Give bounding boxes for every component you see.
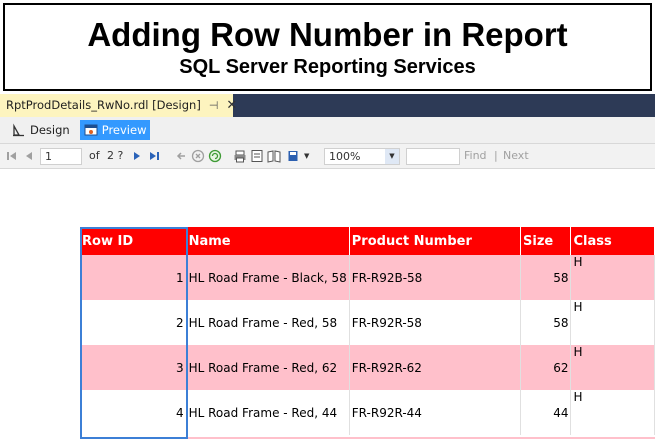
pin-icon[interactable]: ⊣ xyxy=(209,99,219,112)
header-class: Class xyxy=(570,227,655,255)
close-icon[interactable]: ✕ xyxy=(226,98,237,113)
refresh-icon[interactable] xyxy=(208,149,222,163)
header-product-number: Product Number xyxy=(349,227,522,255)
report-viewer-toolbar: 1 of 2 ? ▼ 100% ▼ Find | Next xyxy=(0,143,655,169)
table-row: 3 HL Road Frame - Red, 62 FR-R92R-62 62 … xyxy=(80,345,655,390)
document-tab-strip: RptProdDetails_RwNo.rdl [Design] ⊣ ✕ xyxy=(0,94,655,117)
document-tab[interactable]: RptProdDetails_RwNo.rdl [Design] ⊣ ✕ xyxy=(0,94,237,117)
of-label: of xyxy=(89,149,100,162)
name-cell: HL Road Frame - Red, 44 xyxy=(186,390,350,435)
page-number-input[interactable]: 1 xyxy=(40,148,82,165)
product-number-cell: FR-R92B-58 xyxy=(349,255,522,300)
size-cell: 58 xyxy=(520,300,572,345)
header-row-id: Row ID xyxy=(80,227,187,255)
header-row: Row ID Name Product Number Size Class xyxy=(80,227,655,255)
print-layout-icon[interactable] xyxy=(250,149,264,163)
first-page-icon[interactable] xyxy=(5,149,19,163)
product-number-cell: FR-R92R-58 xyxy=(349,300,522,345)
header-size: Size xyxy=(520,227,572,255)
find-input[interactable] xyxy=(406,148,460,165)
row-id-cell: 1 xyxy=(80,255,187,300)
class-cell: H xyxy=(570,255,655,300)
previous-page-icon[interactable] xyxy=(22,149,36,163)
name-cell: HL Road Frame - Red, 58 xyxy=(186,300,350,345)
size-cell: 62 xyxy=(520,345,572,390)
zoom-value: 100% xyxy=(329,150,361,163)
row-id-cell: 2 xyxy=(80,300,187,345)
row-id-cell: 4 xyxy=(80,390,187,435)
name-cell: HL Road Frame - Black, 58 xyxy=(186,255,350,300)
export-dropdown-arrow[interactable]: ▼ xyxy=(304,152,309,160)
report-canvas: Row ID Name Product Number Size Class 1 … xyxy=(0,170,655,439)
product-number-cell: FR-R92R-62 xyxy=(349,345,522,390)
last-page-icon[interactable] xyxy=(147,149,161,163)
total-pages: 2 ? xyxy=(107,149,124,162)
size-cell: 44 xyxy=(520,390,572,435)
size-cell: 58 xyxy=(520,255,572,300)
design-icon xyxy=(13,123,24,137)
design-tab-label: Design xyxy=(30,123,70,137)
preview-icon xyxy=(84,124,98,136)
preview-tab-label: Preview xyxy=(101,123,147,137)
product-number-cell: FR-R92R-44 xyxy=(349,390,522,435)
page-setup-icon[interactable] xyxy=(267,149,281,163)
header-name: Name xyxy=(186,227,350,255)
class-cell: H xyxy=(570,300,655,345)
print-icon[interactable] xyxy=(233,149,247,163)
preview-tab[interactable]: Preview xyxy=(79,120,151,140)
chevron-down-icon[interactable]: ▼ xyxy=(385,149,399,164)
class-cell: H xyxy=(570,390,655,435)
banner-subtitle: SQL Server Reporting Services xyxy=(179,56,476,78)
table-row: 2 HL Road Frame - Red, 58 FR-R92R-58 58 … xyxy=(80,300,655,345)
find-next-button[interactable]: Next xyxy=(503,149,529,162)
row-id-cell: 3 xyxy=(80,345,187,390)
title-banner: Adding Row Number in Report SQL Server R… xyxy=(3,3,652,91)
stop-icon[interactable] xyxy=(191,149,205,163)
banner-title: Adding Row Number in Report xyxy=(87,16,568,53)
next-page-icon[interactable] xyxy=(130,149,144,163)
table-row: 4 HL Road Frame - Red, 44 FR-R92R-44 44 … xyxy=(80,390,655,435)
find-separator: | xyxy=(494,149,498,162)
design-tab[interactable]: Design xyxy=(8,120,74,140)
view-toolbar: Design Preview xyxy=(0,117,655,143)
export-icon[interactable] xyxy=(287,149,301,163)
find-button[interactable]: Find xyxy=(464,149,487,162)
class-cell: H xyxy=(570,345,655,390)
report-table: Row ID Name Product Number Size Class 1 … xyxy=(80,227,655,435)
back-icon[interactable] xyxy=(174,149,188,163)
document-tab-label: RptProdDetails_RwNo.rdl [Design] xyxy=(6,98,201,112)
zoom-select[interactable]: 100% ▼ xyxy=(324,148,400,165)
name-cell: HL Road Frame - Red, 62 xyxy=(186,345,350,390)
table-row: 1 HL Road Frame - Black, 58 FR-R92B-58 5… xyxy=(80,255,655,300)
